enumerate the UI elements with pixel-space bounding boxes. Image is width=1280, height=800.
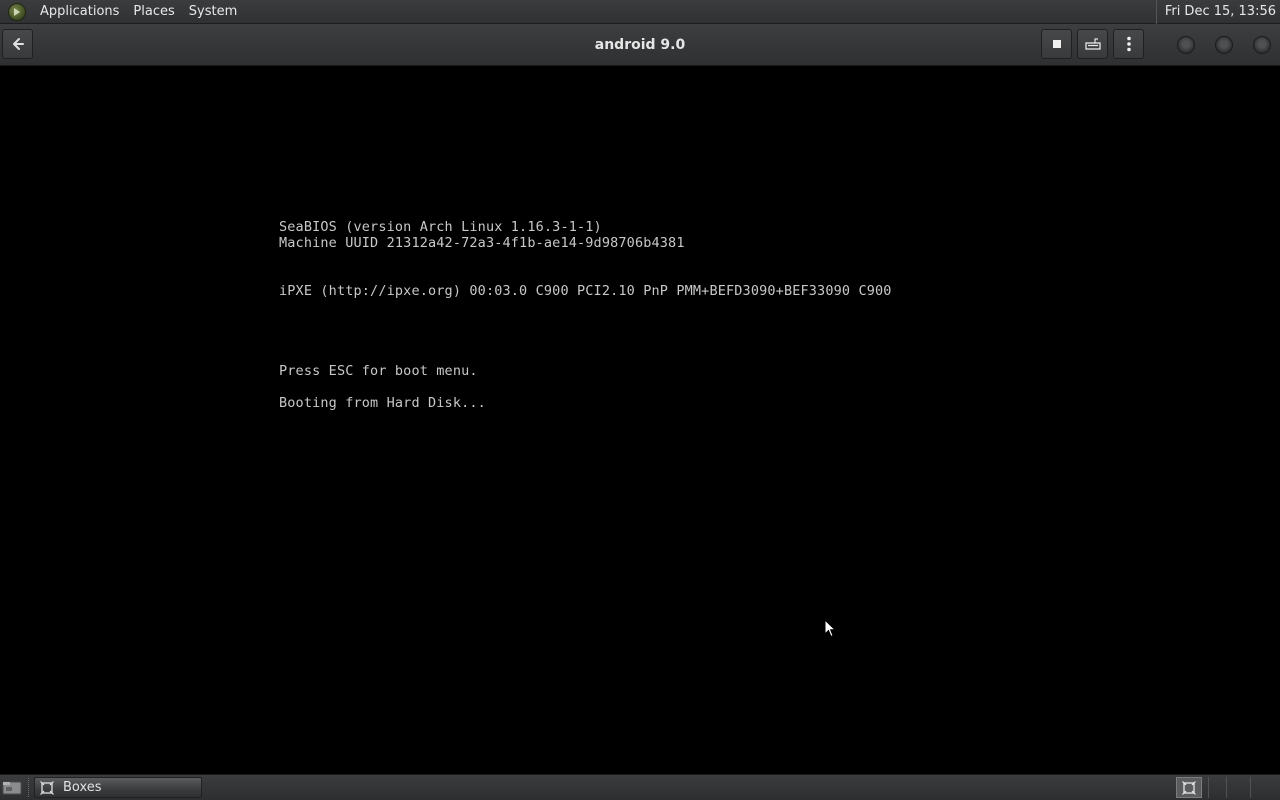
workspace-switcher[interactable] [1176, 777, 1202, 798]
maximize-button[interactable] [1215, 36, 1233, 54]
keyboard-button[interactable] [1077, 29, 1108, 59]
back-arrow-icon [12, 38, 24, 50]
machine-uuid-line: Machine UUID 21312a42-72a3-4f1b-ae14-9d9… [279, 235, 685, 251]
workspace-separator [1208, 777, 1209, 798]
back-button[interactable] [2, 29, 33, 59]
task-boxes-label: Boxes [63, 780, 102, 795]
workspace-separator [1226, 777, 1227, 798]
close-button[interactable] [1253, 36, 1271, 54]
menu-dots-icon [1126, 36, 1131, 52]
keyboard-icon [1084, 38, 1101, 50]
boot-menu-prompt: Press ESC for boot menu. [279, 363, 478, 379]
clock[interactable]: Fri Dec 15, 13:56 [1155, 0, 1276, 24]
vm-console[interactable]: SeaBIOS (version Arch Linux 1.16.3-1-1) … [0, 66, 1280, 774]
mate-menu-icon[interactable] [8, 2, 26, 21]
show-desktop-icon [2, 781, 22, 795]
stop-icon [1052, 40, 1061, 48]
menu-places[interactable]: Places [126, 0, 181, 24]
menu-button[interactable] [1113, 29, 1144, 59]
show-desktop-button[interactable] [2, 779, 22, 796]
stop-button[interactable] [1041, 29, 1072, 59]
menu-applications[interactable]: Applications [33, 0, 126, 24]
menu-system[interactable]: System [182, 0, 244, 24]
header-bar: android 9.0 [0, 24, 1280, 66]
bottom-taskbar: Boxes [0, 774, 1280, 800]
ipxe-line: iPXE (http://ipxe.org) 00:03.0 C900 PCI2… [279, 283, 892, 299]
booting-status-line: Booting from Hard Disk... [279, 395, 486, 411]
top-panel: Applications Places System Fri Dec 15, 1… [0, 0, 1280, 24]
workspace-separator [1250, 777, 1251, 798]
minimize-button[interactable] [1177, 36, 1195, 54]
task-boxes[interactable]: Boxes [34, 777, 202, 798]
bios-version-line: SeaBIOS (version Arch Linux 1.16.3-1-1) [279, 219, 602, 235]
boxes-app-icon [40, 780, 54, 795]
taskbar-divider [28, 778, 31, 797]
mouse-pointer-icon [824, 619, 836, 638]
workspace-switcher-icon [1182, 780, 1196, 795]
